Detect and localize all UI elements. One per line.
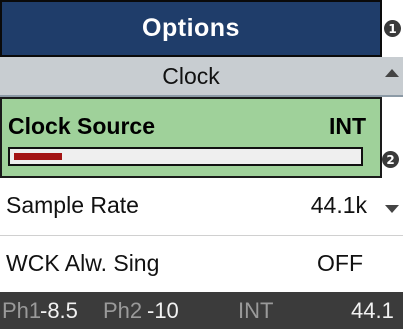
ph2-label: Ph2 (103, 298, 143, 323)
sample-rate-value: 44.1k (310, 192, 367, 218)
wck-alw-sing-value: OFF (317, 250, 363, 276)
number-badge-2: 2 (382, 151, 399, 168)
clock-source-value: INT (328, 113, 366, 139)
status-clock-source: INT (238, 298, 274, 323)
title-bar: Options (0, 0, 382, 57)
ph1-value: -8.5 (40, 298, 78, 323)
status-sample-rate: 44.1 (351, 298, 394, 323)
sample-rate-label: Sample Rate (6, 192, 139, 218)
options-screen: Options 1 Clock Clock Source INT 2 Sampl… (0, 0, 403, 329)
ph2-value: -10 (147, 298, 179, 323)
wck-alw-sing-row[interactable]: WCK Alw. Sing OFF (0, 236, 403, 292)
ph1-label: Ph1 (2, 298, 42, 323)
section-title: Clock (162, 62, 220, 89)
wck-alw-sing-label: WCK Alw. Sing (6, 250, 160, 276)
clock-source-label: Clock Source (8, 113, 155, 139)
sample-rate-row[interactable]: Sample Rate 44.1k (0, 178, 403, 236)
clock-source-item[interactable]: Clock Source INT (0, 97, 382, 178)
status-bar: Ph1 -8.5 Ph2 -10 INT 44.1 (0, 292, 403, 329)
scroll-down-icon[interactable] (385, 205, 399, 213)
scroll-up-icon[interactable] (385, 69, 399, 77)
progress-fill (14, 153, 62, 160)
page-title: Options (142, 14, 240, 42)
clock-source-progress-bar (8, 147, 363, 166)
number-badge-1: 1 (384, 20, 401, 37)
section-header-clock[interactable]: Clock (0, 57, 403, 97)
